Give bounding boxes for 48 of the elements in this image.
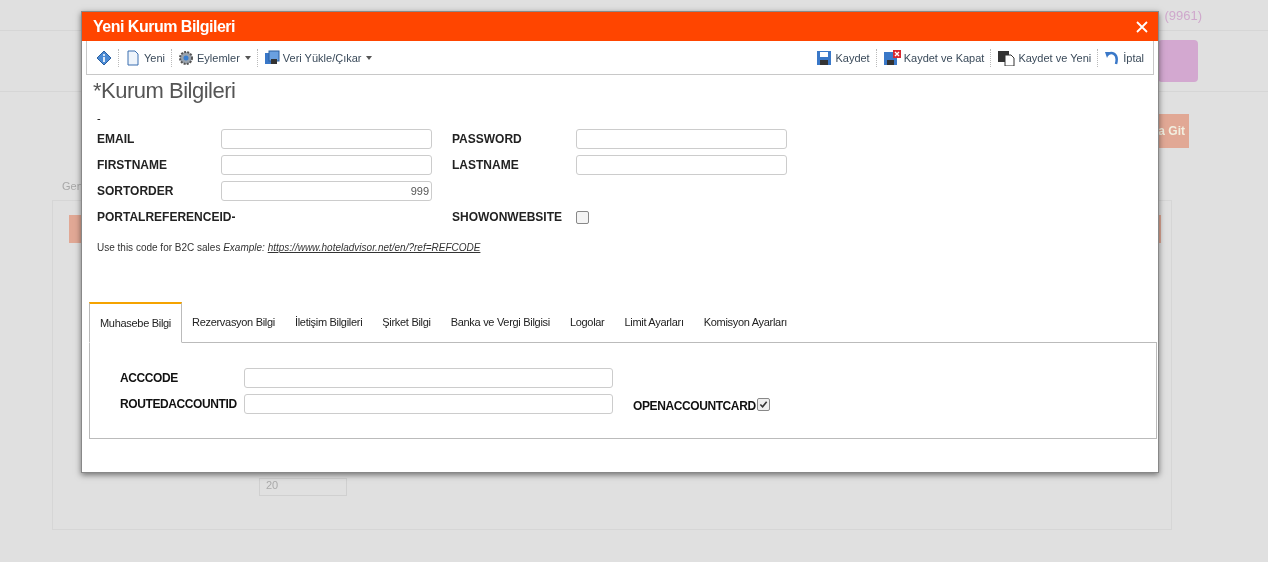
field-label: SHOWONWEBSITE (452, 210, 563, 224)
header-banner (1158, 40, 1198, 82)
help-text: Use this code for B2C sales Example: https://www.hoteladvisor.net/en/?ref=REFCODE (97, 242, 482, 253)
example-link[interactable]: https://www.hoteladvisor.net/en/?ref=REFCODE (267, 242, 481, 253)
input-field[interactable] (576, 155, 787, 175)
toolbar-button[interactable]: Kaydet ve Yeni (994, 47, 1095, 68)
tab[interactable]: Komisyon Ayarları (693, 302, 798, 342)
tab[interactable]: Logolar (559, 302, 615, 342)
field-label: PORTALREFERENCEID- (97, 210, 236, 224)
toolbar-button[interactable]: İptal (1101, 47, 1147, 68)
toolbar-button[interactable]: Yeni (122, 47, 168, 68)
tab[interactable]: Muhasebe Bilgi (89, 302, 182, 343)
diamond-icon (96, 49, 112, 66)
field-label: OPENACCOUNTCARD (633, 398, 757, 413)
checkbox[interactable] (576, 210, 589, 224)
page-icon (125, 49, 141, 66)
form-heading: *Kurum Bilgileri (93, 78, 237, 105)
toolbar-button[interactable]: Veri Yükle/Çıkar (260, 47, 376, 68)
tab[interactable]: Rezervasyon Bilgi (182, 302, 285, 342)
input-field[interactable]: 999 (221, 181, 432, 201)
tab[interactable]: İletişim Bilgileri (284, 302, 373, 342)
tab[interactable]: Şirket Bilgi (372, 302, 441, 342)
window-title: Yeni Kurum Bilgileri (93, 17, 236, 36)
subtitle: - (97, 112, 102, 122)
input-field[interactable] (221, 155, 432, 175)
account-label: (9961) (1164, 7, 1202, 23)
input-field[interactable] (576, 129, 787, 149)
floppy-page-icon (997, 49, 1016, 66)
input-field[interactable] (244, 368, 613, 388)
field-label: ACCCODE (120, 371, 179, 385)
field-label: EMAIL (97, 132, 136, 146)
checkbox[interactable] (757, 397, 770, 411)
field-label: PASSWORD (452, 132, 523, 146)
tab[interactable]: Banka ve Vergi Bilgisi (440, 302, 560, 342)
floppy-x-icon (882, 49, 901, 66)
field-label: LASTNAME (452, 158, 520, 172)
tab[interactable]: Limit Ayarları (614, 302, 694, 342)
input-field[interactable] (221, 129, 432, 149)
toolbar-button[interactable]: Kaydet ve Kapat (879, 47, 988, 68)
gear-icon (178, 49, 194, 66)
undo-icon (1104, 49, 1121, 66)
close-icon[interactable] (1136, 20, 1148, 33)
toolbar-button[interactable]: Kaydet (813, 47, 873, 68)
input-field[interactable] (244, 394, 613, 414)
field-label: ROUTEDACCOUNTID (120, 397, 238, 411)
field-label: SORTORDER (97, 184, 175, 198)
field-label: FIRSTNAME (97, 158, 168, 172)
toolbar-button[interactable]: Eylemler (175, 47, 254, 68)
